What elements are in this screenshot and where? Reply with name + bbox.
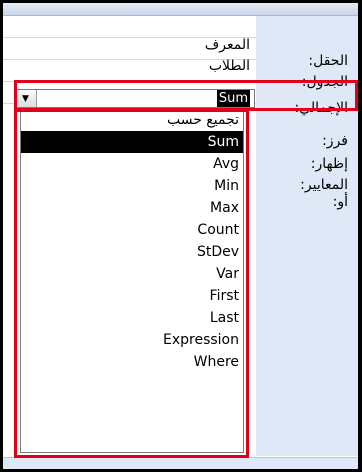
dropdown-item-group-by[interactable]: تجميع حسب: [21, 109, 243, 131]
dropdown-item-min[interactable]: Min: [21, 175, 243, 197]
dropdown-item-var[interactable]: Var: [21, 263, 243, 285]
dropdown-item-avg[interactable]: Avg: [21, 153, 243, 175]
total-combobox[interactable]: ▼ Sum: [14, 89, 255, 108]
dropdown-item-stdev[interactable]: StDev: [21, 241, 243, 263]
chevron-down-icon[interactable]: ▼: [15, 90, 37, 107]
grid-footer-bar: [3, 457, 358, 469]
dropdown-item-where[interactable]: Where: [21, 351, 243, 373]
total-label: الإجمالي:: [294, 100, 348, 116]
dropdown-item-max[interactable]: Max: [21, 197, 243, 219]
table-cell[interactable]: الطلاب: [120, 58, 250, 72]
dropdown-item-last[interactable]: Last: [21, 307, 243, 329]
field-cell[interactable]: المعرف: [120, 37, 250, 53]
sort-label: فرز:: [322, 133, 348, 149]
or-label: أو:: [332, 194, 348, 210]
dropdown-item-first[interactable]: First: [21, 285, 243, 307]
dropdown-item-expression[interactable]: Expression: [21, 329, 243, 351]
show-label: إظهار:: [310, 156, 348, 172]
criteria-label: المعايير:: [300, 177, 348, 193]
dropdown-item-sum[interactable]: Sum: [21, 131, 243, 153]
row-divider: [3, 81, 256, 82]
field-label: الحقل:: [308, 53, 348, 69]
total-combobox-value: Sum: [216, 90, 250, 107]
dropdown-item-count[interactable]: Count: [21, 219, 243, 241]
table-label: الجدول:: [301, 74, 348, 90]
grid-header-bar: [3, 3, 358, 16]
total-dropdown-list[interactable]: تجميع حسب Sum Avg Min Max Count StDev Va…: [20, 108, 244, 453]
row-labels-panel: الحقل: الجدول: الإجمالي: فرز: إظهار: الم…: [256, 16, 358, 456]
